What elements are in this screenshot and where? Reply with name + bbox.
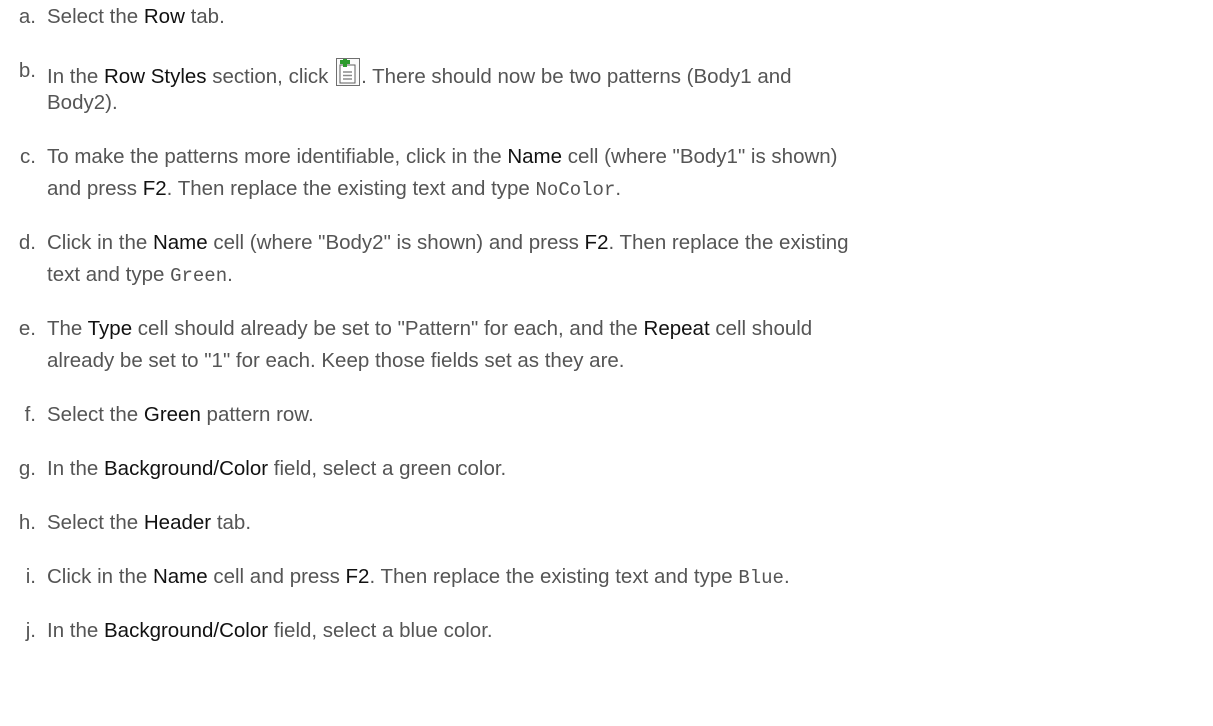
step-text: In the Background/Color field, select a … [47,453,1209,485]
step-text: Body2). [47,91,118,114]
text-run: section, click [206,65,335,88]
text-run: In the [47,619,104,642]
ui-term-name: Name [507,145,563,168]
text-run: . Then replace the existing text and typ… [166,177,536,200]
text-run: . Then replace the existing [608,231,849,254]
text-run: . Then replace the existing text and typ… [369,565,739,588]
ui-term-repeat: Repeat [643,317,710,340]
text-run: Select the [47,511,144,534]
text-run: . [783,565,790,588]
ui-term-background-color: Background/Color [104,619,269,642]
step-text: and press F2. Then replace the existing … [47,173,1209,206]
step-marker: f. [24,403,36,426]
text-run: To make the patterns more identifiable, … [47,145,508,168]
step-marker: a. [18,5,36,28]
step-marker: b. [18,59,36,82]
text-run: In the [47,457,104,480]
step-text: text and type Green. [47,259,1209,292]
step-text: Click in the Name cell (where "Body2" is… [47,227,1209,259]
text-run: Select the [47,403,144,426]
step-text: Select the Green pattern row. [47,399,1209,431]
text-run: tab. [211,511,252,534]
text-run: The [47,317,88,340]
key-f2: F2 [345,565,370,588]
step-text: Select the Header tab. [47,507,1209,539]
code-nocolor: NoColor [535,179,616,201]
ui-term-type: Type [87,317,133,340]
text-run: Click in the [47,565,153,588]
step-text: In the Background/Color field, select a … [47,615,1209,647]
text-run: field, select a blue color. [268,619,493,642]
text-run: In the [47,65,104,88]
text-run: Click in the [47,231,153,254]
step-text: Click in the Name cell and press F2. The… [47,561,1209,594]
text-run: and press [47,177,143,200]
key-f2: F2 [584,231,609,254]
step-text: To make the patterns more identifiable, … [47,141,1209,173]
step-marker: c. [20,145,36,168]
text-run: text and type [47,263,171,286]
text-run: field, select a green color. [268,457,507,480]
ui-term-name: Name [152,565,208,588]
instruction-steps-list: a. Select the Row tab. b. In the Row Sty… [0,0,1213,726]
key-f2: F2 [142,177,167,200]
code-blue: Blue [738,567,784,589]
step-marker: i. [25,565,36,588]
text-run: cell should already be set to "Pattern" … [132,317,644,340]
ui-term-row-styles: Row Styles [104,65,207,88]
text-run: cell (where "Body2" is shown) and press [207,231,585,254]
step-text: already be set to "1" for each. Keep tho… [47,349,625,372]
text-run: cell and press [207,565,346,588]
text-run: cell (where "Body1" is shown) [562,145,838,168]
ui-term-green: Green [143,403,201,426]
step-text: The Type cell should already be set to "… [47,313,1209,345]
step-marker: j. [25,619,36,642]
step-marker: e. [18,317,36,340]
ui-term-background-color: Background/Color [104,457,269,480]
text-run: . There should now be two patterns (Body… [361,65,792,88]
text-run: cell should [709,317,813,340]
step-marker: g. [18,457,36,480]
ui-term-row: Row [143,5,185,28]
text-run: . [615,177,622,200]
text-run: pattern row. [200,403,314,426]
ui-term-header: Header [143,511,212,534]
text-run: . [227,263,233,286]
code-green: Green [170,265,228,287]
text-run: Select the [47,5,144,28]
step-text: Select the Row tab. [47,1,1209,33]
text-run: tab. [184,5,225,28]
step-marker: h. [18,511,36,534]
ui-term-name: Name [152,231,208,254]
step-marker: d. [18,231,36,254]
add-row-style-icon [336,58,361,86]
